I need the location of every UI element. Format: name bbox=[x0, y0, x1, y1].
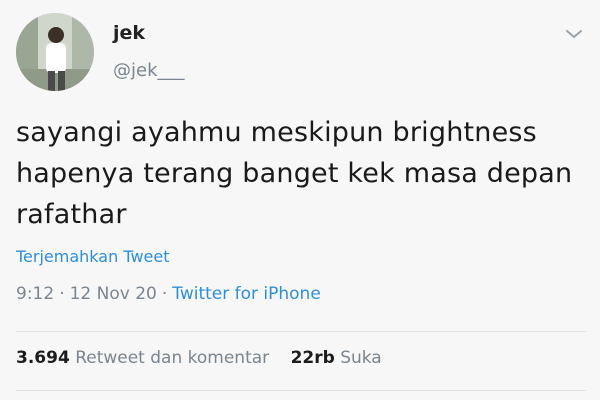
likes-stat[interactable]: 22rb Suka bbox=[291, 348, 382, 368]
tweet-card: jek @jek___ sayangi ayahmu meskipun brig… bbox=[0, 0, 600, 400]
tweet-text-line: hapenya terang banget kek masa depan bbox=[16, 158, 573, 189]
tweet-date[interactable]: 12 Nov 20 bbox=[70, 284, 157, 304]
divider bbox=[16, 390, 586, 391]
tweet-stats: 3.694 Retweet dan komentar 22rb Suka bbox=[16, 348, 382, 368]
tweet-source-link[interactable]: Twitter for iPhone bbox=[172, 284, 321, 304]
likes-label: Suka bbox=[340, 348, 382, 368]
tweet-meta: 9:12 · 12 Nov 20 · Twitter for iPhone bbox=[16, 284, 321, 304]
meta-separator: · bbox=[59, 284, 65, 304]
retweets-stat[interactable]: 3.694 Retweet dan komentar bbox=[16, 348, 275, 368]
author-handle[interactable]: @jek___ bbox=[113, 60, 185, 81]
tweet-text-line: rafathar bbox=[16, 199, 127, 230]
avatar[interactable] bbox=[16, 13, 94, 91]
likes-count: 22rb bbox=[290, 348, 335, 368]
tweet-text: sayangi ayahmu meskipun brightness hapen… bbox=[16, 112, 586, 235]
retweets-label: Retweet dan komentar bbox=[75, 348, 270, 368]
retweets-count: 3.694 bbox=[16, 348, 70, 368]
author-name[interactable]: jek bbox=[113, 22, 145, 44]
tweet-time: 9:12 bbox=[16, 284, 55, 304]
chevron-down-icon[interactable] bbox=[564, 26, 584, 42]
avatar-photo bbox=[16, 13, 94, 91]
tweet-text-line: sayangi ayahmu meskipun brightness bbox=[16, 117, 537, 148]
divider bbox=[16, 331, 586, 332]
meta-separator: · bbox=[161, 284, 168, 304]
translate-tweet-link[interactable]: Terjemahkan Tweet bbox=[16, 247, 169, 266]
